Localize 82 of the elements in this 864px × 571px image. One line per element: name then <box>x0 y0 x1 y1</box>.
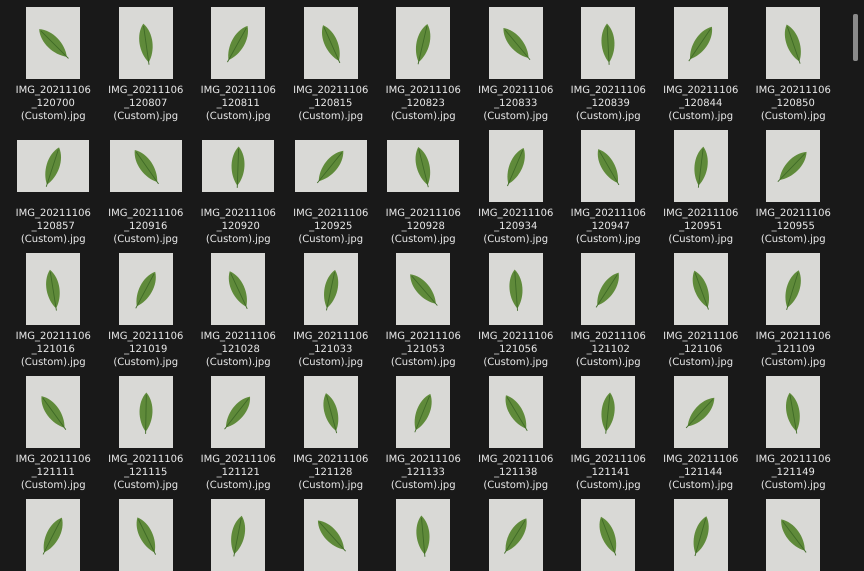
file-name[interactable]: IMG_20211106 _121115 (Custom).jpg <box>108 453 184 492</box>
photo-placeholder[interactable] <box>766 7 820 79</box>
file-name[interactable]: IMG_20211106 _120934 (Custom).jpg <box>478 207 554 246</box>
file-name[interactable]: IMG_20211106 _121141 (Custom).jpg <box>570 453 646 492</box>
file-name[interactable]: IMG_20211106 _120839 (Custom).jpg <box>570 84 646 123</box>
file-name[interactable]: IMG_20211106 _121133 (Custom).jpg <box>386 453 461 492</box>
photo-placeholder[interactable] <box>396 7 450 79</box>
file-name[interactable]: IMG_20211106 _120823 (Custom).jpg <box>386 84 461 123</box>
photo-placeholder[interactable] <box>581 376 636 448</box>
photo-placeholder[interactable] <box>26 253 80 325</box>
photo-placeholder[interactable] <box>211 376 266 448</box>
file-name[interactable]: IMG_20211106 _121056 (Custom).jpg <box>478 330 554 369</box>
photo-placeholder[interactable] <box>396 499 450 571</box>
photo-placeholder[interactable] <box>26 499 80 571</box>
photo-placeholder[interactable] <box>294 140 367 192</box>
photo-placeholder[interactable] <box>766 499 820 571</box>
photo-placeholder[interactable] <box>766 253 820 325</box>
photo-placeholder[interactable] <box>674 499 728 571</box>
photo-placeholder[interactable] <box>17 140 90 192</box>
file-name[interactable]: IMG_20211106 _121128 (Custom).jpg <box>293 453 368 492</box>
file-name[interactable]: IMG_20211106 _120850 (Custom).jpg <box>756 84 831 123</box>
photo-placeholder[interactable] <box>488 376 543 448</box>
photo-placeholder[interactable] <box>766 130 820 202</box>
photo-placeholder[interactable] <box>304 376 358 448</box>
file-name[interactable]: IMG_20211106 _121016 (Custom).jpg <box>16 330 91 369</box>
photo-placeholder[interactable] <box>211 499 266 571</box>
photo-placeholder[interactable] <box>674 376 728 448</box>
file-name[interactable]: IMG_20211106 _120955 (Custom).jpg <box>756 207 831 246</box>
file-name[interactable]: IMG_20211106 _120920 (Custom).jpg <box>200 207 276 246</box>
scrollbar-thumb[interactable] <box>853 14 858 61</box>
file-name[interactable]: IMG_20211106 _120844 (Custom).jpg <box>663 84 738 123</box>
file-name[interactable]: IMG_20211106 _121053 (Custom).jpg <box>386 330 461 369</box>
file-name[interactable]: IMG_20211106 _121033 (Custom).jpg <box>293 330 368 369</box>
file-name[interactable]: IMG_20211106 _120811 (Custom).jpg <box>200 84 276 123</box>
photo-placeholder[interactable] <box>118 499 173 571</box>
file-name[interactable]: IMG_20211106 _120947 (Custom).jpg <box>570 207 646 246</box>
photo-placeholder[interactable] <box>581 7 636 79</box>
photo-placeholder[interactable] <box>674 7 728 79</box>
file-name[interactable]: IMG_20211106 _120928 (Custom).jpg <box>386 207 461 246</box>
file-name[interactable]: IMG_20211106 _120951 (Custom).jpg <box>663 207 738 246</box>
photo-placeholder[interactable] <box>674 130 728 202</box>
file-name[interactable]: IMG_20211106 _121149 (Custom).jpg <box>756 453 831 492</box>
file-name[interactable]: IMG_20211106 _120857 (Custom).jpg <box>16 207 91 246</box>
photo-placeholder[interactable] <box>488 499 543 571</box>
file-name[interactable]: IMG_20211106 _121111 (Custom).jpg <box>16 453 91 492</box>
file-name[interactable]: IMG_20211106 _120807 (Custom).jpg <box>108 84 184 123</box>
photo-placeholder[interactable] <box>202 140 274 192</box>
photo-placeholder[interactable] <box>766 376 820 448</box>
photo-placeholder[interactable] <box>396 376 450 448</box>
photo-placeholder[interactable] <box>118 253 173 325</box>
file-name[interactable]: IMG_20211106 _121019 (Custom).jpg <box>108 330 184 369</box>
photo-placeholder[interactable] <box>488 130 543 202</box>
photo-placeholder[interactable] <box>118 7 173 79</box>
photo-placeholder[interactable] <box>110 140 182 192</box>
photo-placeholder[interactable] <box>581 130 636 202</box>
photo-placeholder[interactable] <box>387 140 460 192</box>
photo-placeholder[interactable] <box>211 253 266 325</box>
file-name[interactable]: IMG_20211106 _121138 (Custom).jpg <box>478 453 554 492</box>
file-name[interactable]: IMG_20211106 _121121 (Custom).jpg <box>200 453 276 492</box>
photo-placeholder[interactable] <box>304 499 358 571</box>
file-name[interactable]: IMG_20211106 _121028 (Custom).jpg <box>200 330 276 369</box>
file-name[interactable]: IMG_20211106 _120916 (Custom).jpg <box>108 207 184 246</box>
file-name[interactable]: IMG_20211106 _120700 (Custom).jpg <box>16 84 91 123</box>
file-name[interactable]: IMG_20211106 _121109 (Custom).jpg <box>756 330 831 369</box>
photo-placeholder[interactable] <box>211 7 266 79</box>
photo-placeholder[interactable] <box>674 253 728 325</box>
photo-placeholder[interactable] <box>304 7 358 79</box>
photo-placeholder[interactable] <box>581 499 636 571</box>
photo-placeholder[interactable] <box>396 253 450 325</box>
file-name[interactable]: IMG_20211106 _121144 (Custom).jpg <box>663 453 738 492</box>
photo-placeholder[interactable] <box>581 253 636 325</box>
file-name[interactable]: IMG_20211106 _121106 (Custom).jpg <box>663 330 738 369</box>
photo-placeholder[interactable] <box>488 253 543 325</box>
photo-placeholder[interactable] <box>488 7 543 79</box>
file-name[interactable]: IMG_20211106 _120833 (Custom).jpg <box>478 84 554 123</box>
file-name[interactable]: IMG_20211106 _120925 (Custom).jpg <box>293 207 368 246</box>
photo-placeholder[interactable] <box>26 7 80 79</box>
photo-placeholder[interactable] <box>118 376 173 448</box>
file-name[interactable]: IMG_20211106 _121102 (Custom).jpg <box>570 330 646 369</box>
photo-placeholder[interactable] <box>304 253 358 325</box>
file-name[interactable]: IMG_20211106 _120815 (Custom).jpg <box>293 84 368 123</box>
photo-placeholder[interactable] <box>26 376 80 448</box>
